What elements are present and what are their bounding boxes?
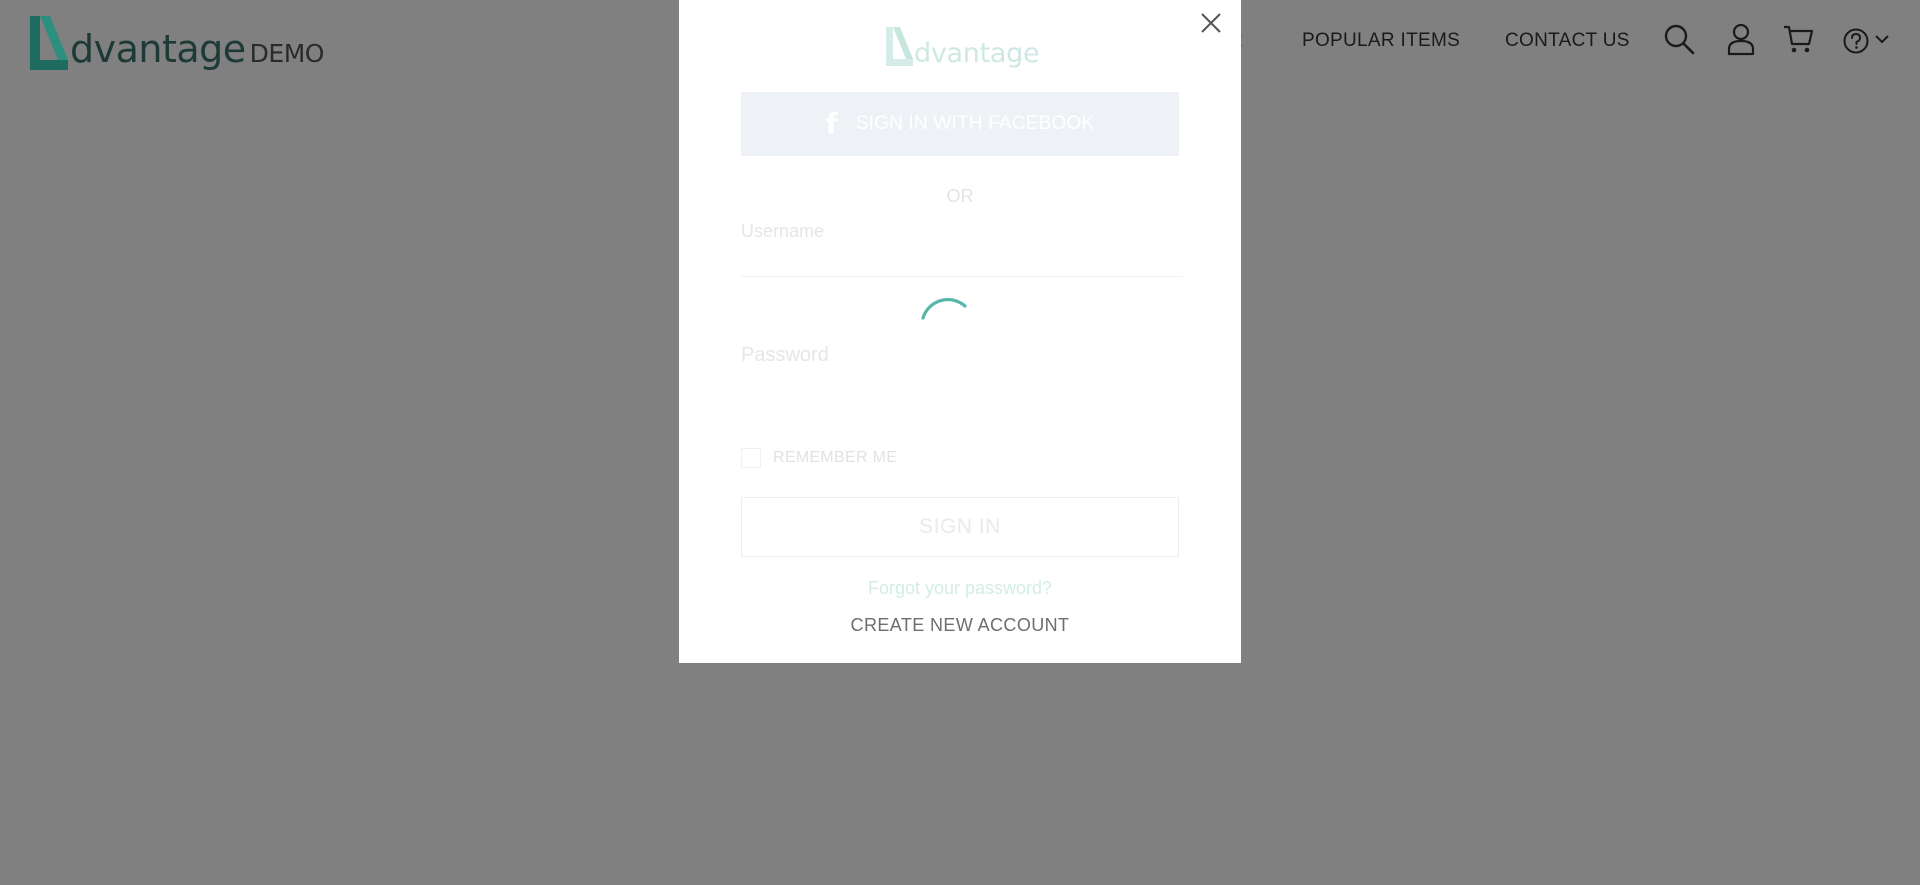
login-modal: dvantage f SIGN IN WITH FACEBOOK OR User… bbox=[679, 0, 1241, 663]
login-logo-text: dvantage bbox=[914, 38, 1040, 69]
brand-suffix: DEMO bbox=[249, 39, 325, 68]
search-icon[interactable] bbox=[1662, 22, 1696, 56]
help-icon[interactable] bbox=[1842, 27, 1870, 55]
logo-mark-icon bbox=[30, 16, 68, 70]
remember-me-label: REMEMBER ME bbox=[773, 449, 898, 466]
loading-spinner-icon bbox=[921, 298, 967, 320]
username-field[interactable] bbox=[741, 238, 1183, 277]
sign-in-button[interactable]: SIGN IN bbox=[741, 497, 1179, 557]
cart-icon[interactable] bbox=[1782, 22, 1814, 56]
login-logo: dvantage bbox=[885, 22, 1040, 69]
nav-item-popular-items[interactable]: POPULAR ITEMS bbox=[1302, 30, 1460, 52]
brand-logo[interactable]: dvantage DEMO bbox=[28, 12, 324, 72]
brand-name: dvantage bbox=[70, 27, 246, 71]
facebook-signin-button[interactable]: f SIGN IN WITH FACEBOOK bbox=[741, 92, 1179, 156]
close-icon[interactable] bbox=[1196, 8, 1226, 38]
facebook-icon: f bbox=[825, 107, 838, 140]
remember-me[interactable]: REMEMBER ME bbox=[741, 448, 897, 468]
nav-item-contact-us[interactable]: CONTACT US bbox=[1505, 30, 1630, 52]
create-account-link[interactable]: CREATE NEW ACCOUNT bbox=[679, 615, 1241, 636]
facebook-signin-label: SIGN IN WITH FACEBOOK bbox=[855, 113, 1095, 134]
user-icon[interactable] bbox=[1726, 22, 1756, 56]
forgot-password-link[interactable]: Forgot your password? bbox=[679, 578, 1241, 599]
or-divider: OR bbox=[946, 186, 974, 206]
chevron-down-icon[interactable] bbox=[1874, 32, 1890, 46]
logo-mark-icon bbox=[886, 27, 913, 66]
remember-me-checkbox[interactable] bbox=[741, 448, 761, 468]
password-field[interactable] bbox=[741, 362, 1183, 400]
